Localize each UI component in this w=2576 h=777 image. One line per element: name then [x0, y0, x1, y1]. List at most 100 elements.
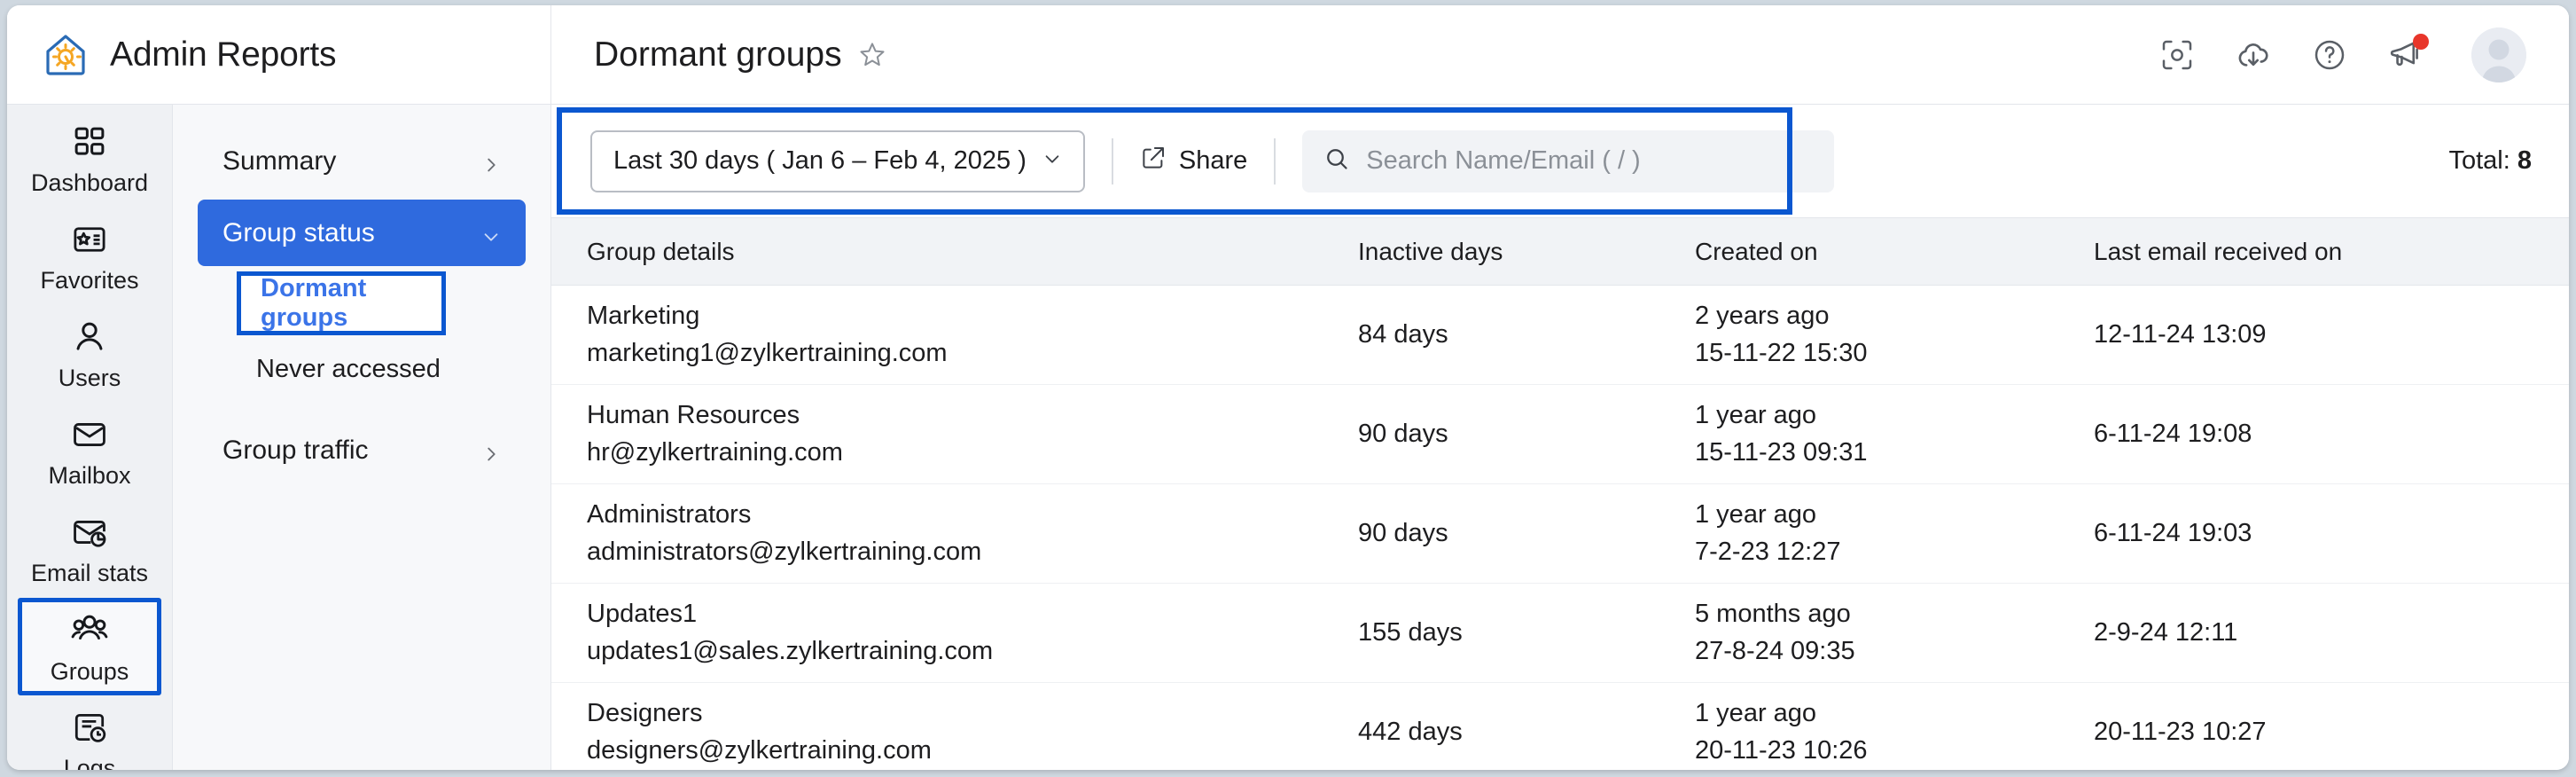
created-date: 15-11-23 09:31 [1695, 438, 2058, 467]
column-header-group-details[interactable]: Group details [551, 218, 1323, 286]
envelope-icon [71, 416, 108, 458]
created-date: 15-11-22 15:30 [1695, 339, 2058, 368]
chevron-right-icon [481, 441, 501, 460]
table-row[interactable]: Administrators administrators@zylkertrai… [551, 484, 2569, 584]
share-label: Share [1179, 146, 1247, 176]
group-email: hr@zylkertraining.com [587, 438, 1323, 467]
announcements-icon[interactable] [2386, 35, 2425, 75]
table-row[interactable]: Human Resources hr@zylkertraining.com 90… [551, 385, 2569, 484]
created-relative: 1 year ago [1695, 500, 2058, 530]
app-window: Admin Reports Dormant groups [7, 5, 2569, 770]
total-count: Total: 8 [2448, 146, 2532, 176]
subnav-item-label: Group status [222, 218, 375, 248]
cell-inactive-days: 90 days [1323, 385, 1659, 484]
toolbar-divider-1 [1112, 138, 1113, 184]
subnav-child-label: Never accessed [256, 355, 441, 384]
sidebar-item-users[interactable]: Users [7, 305, 172, 403]
sidebar-item-label: Email stats [31, 561, 148, 585]
toolbar: Last 30 days ( Jan 6 – Feb 4, 2025 ) [551, 105, 2569, 217]
cell-created-on: 5 months ago 27-8-24 09:35 [1659, 584, 2058, 683]
user-icon [71, 318, 108, 360]
date-range-label: Last 30 days ( Jan 6 – Feb 4, 2025 ) [613, 146, 1026, 176]
subnav-item-label: Group traffic [222, 436, 369, 466]
star-list-icon [71, 221, 108, 263]
group-email: administrators@zylkertraining.com [587, 538, 1323, 567]
sidebar-item-label: Logs [64, 757, 116, 771]
column-header-inactive-days[interactable]: Inactive days [1323, 218, 1659, 286]
help-icon[interactable] [2310, 35, 2349, 75]
table-head: Group details Inactive days Created on L… [551, 218, 2569, 286]
cell-created-on: 2 years ago 15-11-22 15:30 [1659, 286, 2058, 385]
sidebar-item-label: Users [59, 366, 121, 390]
envelope-chart-icon [71, 514, 108, 555]
total-value: 8 [2517, 146, 2532, 175]
table-row[interactable]: Updates1 updates1@sales.zylkertraining.c… [551, 584, 2569, 683]
brand-title: Admin Reports [110, 35, 336, 75]
cell-created-on: 1 year ago 7-2-23 12:27 [1659, 484, 2058, 584]
cell-created-on: 1 year ago 15-11-23 09:31 [1659, 385, 2058, 484]
cell-group-details: Designers designers@zylkertraining.com [551, 683, 1323, 771]
cell-inactive-days: 155 days [1323, 584, 1659, 683]
search-box[interactable] [1302, 130, 1834, 192]
subnav-item-group-traffic[interactable]: Group traffic [198, 417, 526, 483]
sidebar-item-email-stats[interactable]: Email stats [7, 500, 172, 598]
created-relative: 1 year ago [1695, 699, 2058, 728]
created-date: 7-2-23 12:27 [1695, 538, 2058, 567]
main-content: Last 30 days ( Jan 6 – Feb 4, 2025 ) [551, 105, 2569, 770]
sidebar-item-label: Mailbox [48, 464, 130, 488]
cloud-download-icon[interactable] [2234, 35, 2273, 75]
cell-group-details: Updates1 updates1@sales.zylkertraining.c… [551, 584, 1323, 683]
screenshot-icon[interactable] [2158, 35, 2197, 75]
cell-last-email: 6-11-24 19:03 [2058, 484, 2569, 584]
column-header-created-on[interactable]: Created on [1659, 218, 2058, 286]
subnav-child-dormant-groups[interactable]: Dormant groups [237, 271, 446, 335]
group-email: marketing1@zylkertraining.com [587, 339, 1323, 368]
sidebar-item-mailbox[interactable]: Mailbox [7, 403, 172, 500]
icon-rail: Dashboard Favorites [7, 105, 173, 770]
table-body: Marketing marketing1@zylkertraining.com … [551, 286, 2569, 771]
sidebar-item-label: Dashboard [31, 171, 148, 195]
subnav-item-summary[interactable]: Summary [198, 128, 526, 194]
chevron-down-icon [1042, 146, 1062, 176]
table-row[interactable]: Designers designers@zylkertraining.com 4… [551, 683, 2569, 771]
cell-group-details: Marketing marketing1@zylkertraining.com [551, 286, 1323, 385]
grid-icon [71, 123, 108, 165]
table-row[interactable]: Marketing marketing1@zylkertraining.com … [551, 286, 2569, 385]
group-email: designers@zylkertraining.com [587, 736, 1323, 765]
cell-group-details: Human Resources hr@zylkertraining.com [551, 385, 1323, 484]
cell-last-email: 20-11-23 10:27 [2058, 683, 2569, 771]
cell-inactive-days: 442 days [1323, 683, 1659, 771]
group-people-icon [70, 610, 109, 654]
cell-last-email: 6-11-24 19:08 [2058, 385, 2569, 484]
body-area: Dashboard Favorites [7, 105, 2569, 770]
sidebar-item-label: Groups [51, 660, 129, 684]
dormant-groups-table: Group details Inactive days Created on L… [551, 217, 2569, 770]
cell-group-details: Administrators administrators@zylkertrai… [551, 484, 1323, 584]
date-range-select[interactable]: Last 30 days ( Jan 6 – Feb 4, 2025 ) [590, 130, 1085, 192]
page-title: Dormant groups [594, 35, 842, 75]
house-gear-icon [41, 30, 90, 80]
avatar[interactable] [2471, 27, 2526, 82]
sidebar-item-dashboard[interactable]: Dashboard [7, 110, 172, 208]
share-icon [1140, 145, 1167, 178]
column-header-last-email[interactable]: Last email received on [2058, 218, 2569, 286]
log-clock-icon [71, 709, 108, 750]
subnav-item-group-status[interactable]: Group status [198, 200, 526, 266]
sidebar-item-label: Favorites [40, 269, 138, 293]
sidebar-item-favorites[interactable]: Favorites [7, 208, 172, 305]
cell-last-email: 12-11-24 13:09 [2058, 286, 2569, 385]
search-input[interactable] [1366, 146, 1813, 176]
share-button[interactable]: Share [1140, 145, 1247, 178]
subnav-child-never-accessed[interactable]: Never accessed [237, 337, 526, 401]
brand: Admin Reports [7, 5, 551, 104]
star-icon[interactable] [858, 41, 886, 69]
created-date: 20-11-23 10:26 [1695, 736, 2058, 765]
sidebar-item-groups[interactable]: Groups [18, 598, 161, 695]
sidebar-item-logs[interactable]: Logs [7, 695, 172, 770]
cell-created-on: 1 year ago 20-11-23 10:26 [1659, 683, 2058, 771]
group-name: Updates1 [587, 600, 1323, 629]
created-relative: 1 year ago [1695, 401, 2058, 430]
total-prefix: Total: [2448, 146, 2517, 175]
group-name: Human Resources [587, 401, 1323, 430]
chevron-down-icon [481, 224, 501, 243]
